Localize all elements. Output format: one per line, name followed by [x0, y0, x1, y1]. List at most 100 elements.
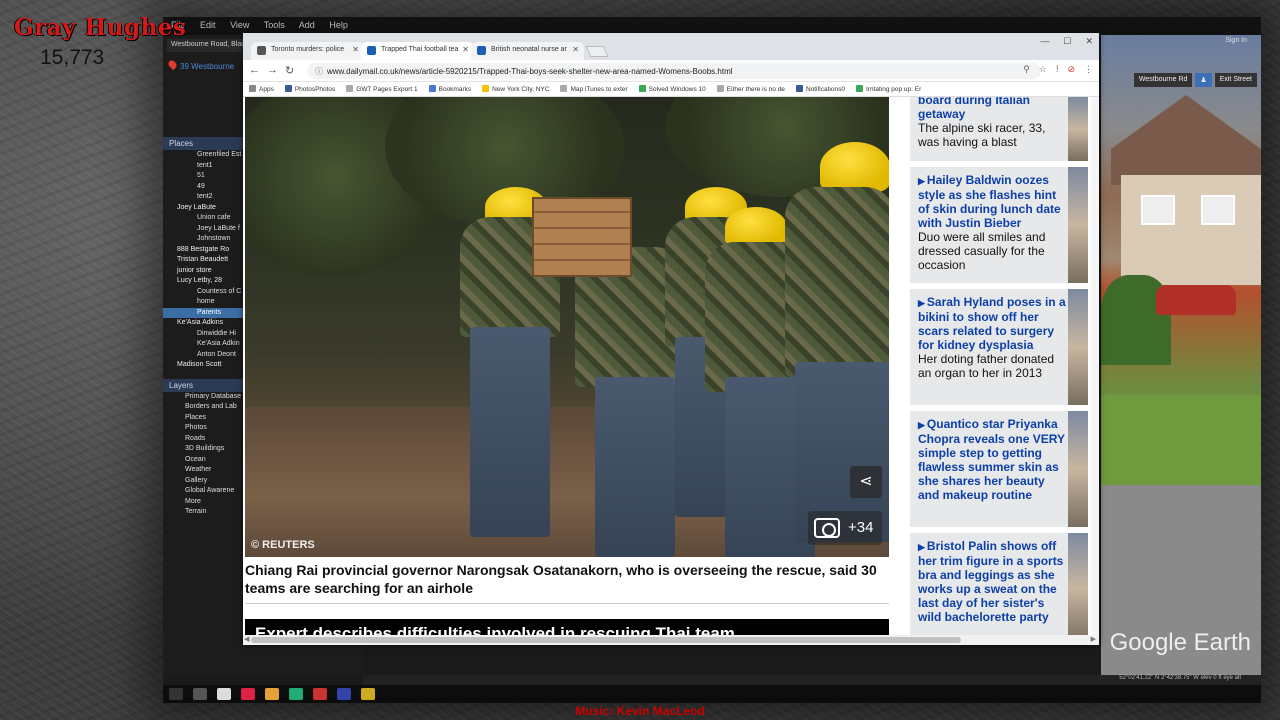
bookmark-item[interactable]: PhotosPhotos	[284, 85, 336, 93]
url-text: www.dailymail.co.uk/news/article-5920215…	[327, 67, 733, 76]
windows-taskbar	[163, 685, 1261, 703]
street-view-controls: Westbourne Rd ♟ Exit Street	[1133, 73, 1257, 87]
bookmark-item[interactable]: Solved Windows 10	[638, 85, 706, 93]
bookmark-label: Either there is no de	[726, 86, 785, 93]
arrow-icon: ▶	[918, 298, 925, 308]
story-title[interactable]: ▶ Bristol Palin shows off her trim figure…	[918, 539, 1066, 624]
sign-in-link[interactable]: Sign In	[1225, 37, 1247, 44]
share-button[interactable]: ⋖	[850, 466, 882, 498]
extension-icon[interactable]: ⊘	[1067, 64, 1075, 75]
bookmark-label: Irritating pop up: Er	[865, 86, 922, 93]
close-icon[interactable]: ✕	[572, 45, 579, 54]
bookmark-favicon-icon	[560, 85, 568, 92]
bookmark-star-icon[interactable]: ☆	[1039, 64, 1047, 75]
start-icon[interactable]	[169, 688, 183, 700]
scroll-left-icon[interactable]: ◀	[244, 635, 249, 643]
back-icon[interactable]: ←	[249, 64, 260, 76]
alert-icon[interactable]: !	[1056, 64, 1059, 75]
bookmark-label: PhotosPhotos	[294, 86, 336, 93]
bookmark-item[interactable]: Bookmarks	[428, 85, 472, 93]
bookmark-label: Bookmarks	[438, 86, 472, 93]
story-thumbnail[interactable]	[1068, 411, 1088, 527]
street-view[interactable]: Westbourne Rd ♟ Exit Street Sign In	[1101, 35, 1261, 675]
pin-icon	[166, 58, 179, 71]
scroll-right-icon[interactable]: ▶	[1091, 635, 1096, 643]
firefox-icon[interactable]	[265, 688, 279, 700]
tab-favicon	[477, 46, 486, 55]
article-photo[interactable]: © REUTERS ⋖ +34	[245, 97, 889, 557]
sidebar-story[interactable]: ▶ Sarah Hyland poses in a bikini to show …	[910, 289, 1088, 405]
story-title[interactable]: ▶ Hailey Baldwin oozes style as she flash…	[918, 173, 1066, 230]
pegman-icon[interactable]: ♟	[1195, 73, 1212, 87]
exit-street-view-button[interactable]: Exit Street	[1214, 73, 1257, 87]
google-earth-logo: Google Earth	[1109, 629, 1251, 656]
divider	[245, 603, 889, 604]
sidebar-story[interactable]: ▶ Hailey Baldwin oozes style as she flash…	[910, 167, 1088, 283]
search-result-label: 39 Westbourne	[180, 62, 235, 71]
story-thumbnail[interactable]	[1068, 533, 1088, 635]
maximize-icon[interactable]: ☐	[1063, 36, 1071, 47]
story-summary: Duo were all smiles and dressed casually…	[918, 230, 1046, 272]
bookmark-label: New York City, NYC	[492, 86, 550, 93]
tab-toronto[interactable]: Toronto murders: police ✕	[251, 42, 364, 60]
bookmark-label: Map iTunes to exter	[570, 86, 628, 93]
music-credit: Music: Kevin MacLeod	[575, 704, 705, 718]
forward-icon[interactable]: →	[267, 64, 278, 76]
scrollbar-thumb[interactable]	[251, 637, 961, 643]
app-icon[interactable]	[241, 688, 255, 700]
bookmark-item[interactable]: Irritating pop up: Er	[855, 85, 922, 93]
reload-icon[interactable]: ↻	[285, 64, 294, 77]
bookmark-item[interactable]: Either there is no de	[716, 85, 785, 93]
bookmark-favicon-icon	[428, 85, 436, 92]
menu-icon[interactable]: ⋮	[1084, 64, 1093, 75]
channel-name: Gray Hughes	[14, 14, 187, 41]
story-title-text: Sarah Hyland poses in a bikini to show o…	[918, 295, 1066, 352]
tab-title: Toronto murders: police	[271, 46, 345, 53]
bookmark-item[interactable]: GWT Pages Export 1	[346, 85, 418, 93]
sidebar-story[interactable]: ▶ Quantico star Priyanka Chopra reveals o…	[910, 411, 1088, 527]
bookmark-item[interactable]: New York City, NYC	[482, 85, 549, 93]
bookmark-item[interactable]: Notifications0	[795, 85, 845, 93]
horizontal-scrollbar[interactable]: ◀ ▶	[243, 635, 1099, 645]
menu-view[interactable]: View	[230, 20, 249, 30]
app-icon[interactable]	[313, 688, 327, 700]
video-heading[interactable]: Expert describes difficulties involved i…	[245, 619, 889, 635]
menu-add[interactable]: Add	[299, 20, 315, 30]
menu-edit[interactable]: Edit	[200, 20, 216, 30]
sidebar-story[interactable]: ▶ Bristol Palin shows off her trim figure…	[910, 533, 1088, 635]
vertical-scrollbar[interactable]	[1091, 97, 1099, 635]
bookmark-item[interactable]: Map iTunes to exter	[560, 85, 628, 93]
address-bar[interactable]: ⓘ www.dailymail.co.uk/news/article-592021…	[307, 63, 1041, 79]
red-car	[1156, 285, 1236, 315]
app-icon[interactable]	[289, 688, 303, 700]
bookmark-item[interactable]: Apps	[249, 85, 274, 93]
sidebar-story[interactable]: board during Italian getaway The alpine …	[910, 97, 1088, 161]
story-title[interactable]: ▶ Sarah Hyland poses in a bikini to show …	[918, 295, 1066, 352]
story-thumbnail[interactable]	[1068, 97, 1088, 161]
story-thumbnail[interactable]	[1068, 289, 1088, 405]
menu-help[interactable]: Help	[329, 20, 348, 30]
tab-trapped-thai[interactable]: Trapped Thai football tea ✕	[361, 42, 474, 60]
story-title-text: Bristol Palin shows off her trim figure …	[918, 539, 1064, 624]
folder-icon[interactable]	[361, 688, 375, 700]
tab-british-nurse[interactable]: British neonatal nurse ar ✕	[471, 42, 584, 60]
gallery-button[interactable]: +34	[808, 511, 882, 545]
new-tab-button[interactable]	[585, 46, 609, 57]
app-icon[interactable]	[337, 688, 351, 700]
close-icon[interactable]: ✕	[352, 45, 359, 54]
close-window-icon[interactable]: ✕	[1085, 36, 1093, 47]
zoom-icon[interactable]: ⚲	[1023, 64, 1030, 75]
minimize-icon[interactable]: —	[1040, 36, 1049, 47]
search-icon[interactable]	[193, 688, 207, 700]
story-title[interactable]: ▶ Quantico star Priyanka Chopra reveals o…	[918, 417, 1066, 502]
chrome-icon[interactable]	[217, 688, 231, 700]
story-thumbnail[interactable]	[1068, 167, 1088, 283]
close-icon[interactable]: ✕	[462, 45, 469, 54]
browser-toolbar: ← → ↻ ⓘ www.dailymail.co.uk/news/article-…	[243, 60, 1099, 82]
story-title[interactable]: board during Italian getaway	[918, 97, 1066, 121]
info-icon[interactable]: ⓘ	[315, 67, 323, 76]
story-summary: The alpine ski racer, 33, was having a b…	[918, 121, 1046, 149]
menu-tools[interactable]: Tools	[264, 20, 285, 30]
toolbar-icons: ⚲ ☆ ! ⊘ ⋮	[1023, 64, 1093, 75]
arrow-icon: ▶	[918, 176, 925, 186]
